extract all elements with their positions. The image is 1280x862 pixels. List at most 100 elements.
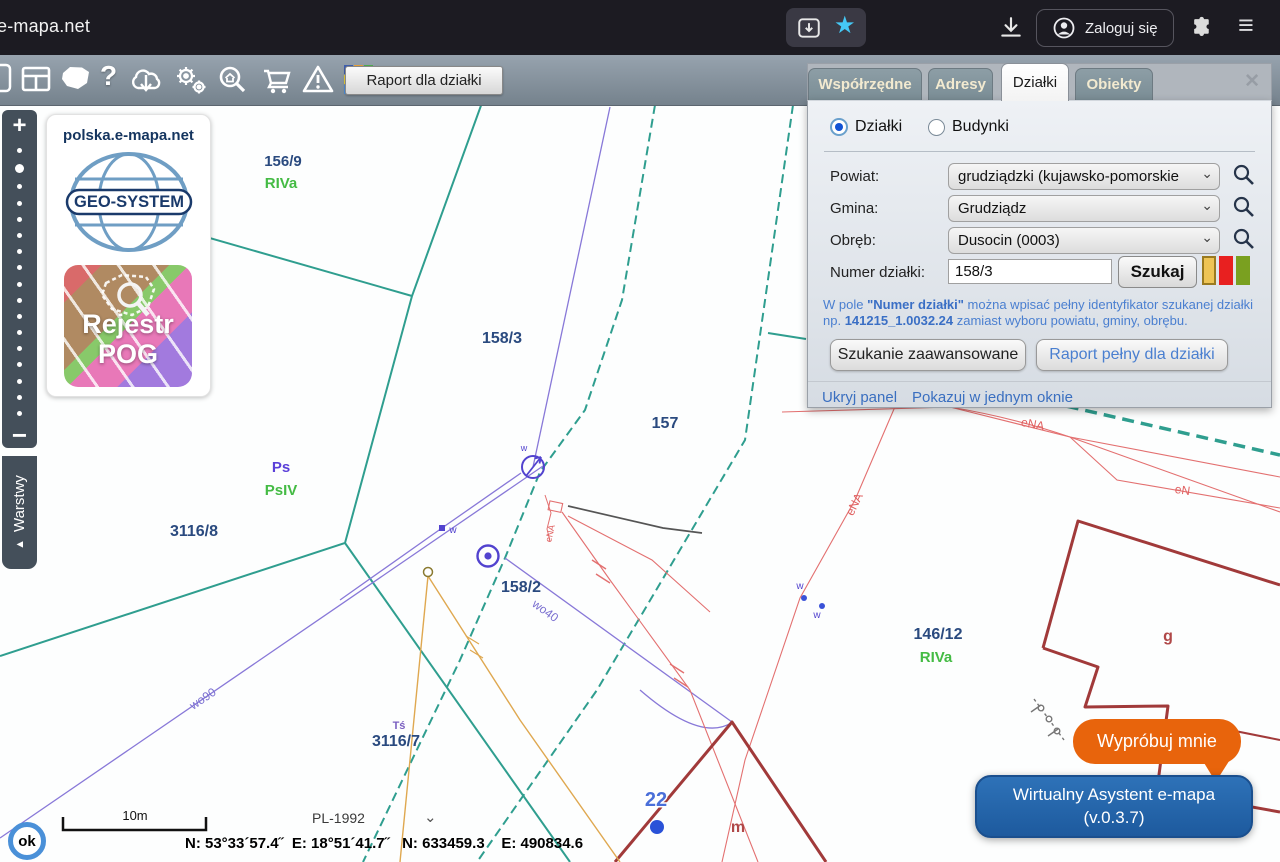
cart-icon[interactable] <box>258 63 296 97</box>
zoom-level-dot[interactable] <box>17 201 22 206</box>
triangle-icon: ▲ <box>14 539 26 550</box>
tab-wspolrzedne[interactable]: Współrzędne <box>808 68 922 100</box>
building-function-label: g <box>1163 628 1173 645</box>
virtual-assistant-button[interactable]: Wirtualny Asystent e-mapa (v.0.3.7) <box>975 775 1253 838</box>
radio-dzialki-control[interactable] <box>830 118 848 136</box>
save-to-library-icon[interactable] <box>796 15 822 41</box>
zoom-level-dot[interactable] <box>17 395 22 400</box>
warning-triangle-icon[interactable] <box>300 63 336 97</box>
search-button[interactable]: Szukaj <box>1118 256 1197 288</box>
obreb-value: Dusocin (0003) <box>958 232 1060 249</box>
layers-tab-label: Warstwy <box>11 475 28 532</box>
radio-budynki[interactable]: Budynki <box>928 118 1009 136</box>
obreb-search-icon[interactable] <box>1232 227 1256 251</box>
site-logo-text[interactable]: polska.e-mapa.net <box>47 127 210 144</box>
cloud-download-icon[interactable] <box>126 63 166 97</box>
obreb-label: Obręb: <box>830 232 876 249</box>
chevron-down-icon[interactable]: ⌄ <box>424 808 437 826</box>
radio-dzialki[interactable]: Działki <box>830 118 902 136</box>
full-report-button[interactable]: Raport pełny dla działki <box>1036 339 1228 371</box>
bookmark-star-icon[interactable]: ★ <box>834 11 856 40</box>
zoom-out-button[interactable]: − <box>2 422 37 448</box>
settings-gears-icon[interactable] <box>172 63 210 97</box>
geo-system-logo[interactable]: GEO-SYSTEM <box>65 149 193 255</box>
tab-obiekty[interactable]: Obiekty <box>1075 68 1153 100</box>
rejestr-pog-tile[interactable]: Rejestr POG <box>64 265 192 387</box>
panel-body: Działki Budynki Powiat: grudziądzki (kuj… <box>807 100 1272 408</box>
legend-chip-red[interactable] <box>1219 256 1233 285</box>
account-icon <box>1052 16 1076 40</box>
zoom-level-dot[interactable] <box>17 282 22 287</box>
report-for-parcel-button[interactable]: Raport dla działki <box>345 66 503 95</box>
zoom-level-dot-current[interactable] <box>15 164 24 173</box>
zoom-level-dot[interactable] <box>17 346 22 351</box>
gmina-label: Gmina: <box>830 200 878 217</box>
powiat-search-icon[interactable] <box>1232 163 1256 187</box>
layout-panels-icon[interactable] <box>20 63 52 95</box>
layers-tab-inner: ▲ Warstwy <box>11 475 28 550</box>
close-icon[interactable]: ✕ <box>1244 70 1260 93</box>
powiat-select[interactable]: grudziądzki (kujawsko-pomorskie ⌄ <box>948 163 1220 190</box>
crs-select[interactable]: PL-1992 <box>312 810 365 826</box>
assistant-title: Wirtualny Asystent e-mapa <box>977 785 1251 805</box>
poland-shape-icon[interactable] <box>58 63 94 95</box>
legend-chip-yellow[interactable] <box>1202 256 1216 285</box>
gmina-value: Grudziądz <box>958 200 1026 217</box>
zoom-level-dot[interactable] <box>17 148 22 153</box>
hide-panel-link[interactable]: Ukryj panel <box>822 389 897 406</box>
water-point-label: w <box>520 443 528 453</box>
hamburger-menu-icon[interactable]: ≡ <box>1238 10 1254 41</box>
water-point-label: w <box>448 525 457 536</box>
chevron-down-icon: ⌄ <box>1201 229 1213 246</box>
search-map-icon[interactable] <box>214 63 250 97</box>
layers-tab[interactable]: ▲ Warstwy <box>2 456 37 569</box>
browser-titlebar: e-mapa.net ★ Zaloguj się ≡ <box>0 0 1280 55</box>
radio-budynki-control[interactable] <box>928 119 945 136</box>
landuse-label: Ps <box>272 459 290 476</box>
parcel-label: 156/9 <box>264 153 302 170</box>
zoom-level-dot[interactable] <box>17 233 22 238</box>
clipped-tool-icon[interactable] <box>0 63 12 95</box>
zoom-level-dot[interactable] <box>17 314 22 319</box>
login-button[interactable]: Zaloguj się <box>1036 9 1174 47</box>
water-point-label: w <box>795 581 804 592</box>
water-point <box>819 603 825 609</box>
obreb-select[interactable]: Dusocin (0003) ⌄ <box>948 227 1220 254</box>
soil-class-label: PsIV <box>265 482 298 499</box>
download-icon[interactable] <box>998 15 1024 41</box>
zoom-level-dot[interactable] <box>17 411 22 416</box>
tab-adresy[interactable]: Adresy <box>928 68 993 100</box>
address-number-label: 22 <box>645 789 667 811</box>
legend-chip-green[interactable] <box>1236 256 1250 285</box>
radio-budynki-label: Budynki <box>952 118 1009 136</box>
zoom-level-dot[interactable] <box>17 217 22 222</box>
site-title: e-mapa.net <box>0 16 90 37</box>
benchmark-symbol <box>424 568 433 577</box>
zoom-in-button[interactable]: + <box>2 112 37 140</box>
rejestr-pog-label: Rejestr POG <box>64 309 192 369</box>
zoom-level-dot[interactable] <box>17 249 22 254</box>
gmina-search-icon[interactable] <box>1232 195 1256 219</box>
assistant-version: (v.0.3.7) <box>977 808 1251 828</box>
advanced-search-button[interactable]: Szukanie zaawansowane <box>830 339 1026 371</box>
zoom-levels[interactable] <box>2 148 37 416</box>
zoom-level-dot[interactable] <box>17 298 22 303</box>
zoom-level-dot[interactable] <box>17 184 22 189</box>
zoom-level-dot[interactable] <box>17 379 22 384</box>
geo-system-label: GEO-SYSTEM <box>74 193 184 211</box>
zoom-level-dot[interactable] <box>17 330 22 335</box>
zoom-level-dot[interactable] <box>17 265 22 270</box>
zoom-slider[interactable]: + − <box>2 110 37 448</box>
water-point-label: w <box>812 610 821 621</box>
try-me-bubble[interactable]: Wypróbuj mnie <box>1073 719 1241 764</box>
single-window-link[interactable]: Pokazuj w jednym oknie <box>912 389 1073 406</box>
extensions-puzzle-icon[interactable] <box>1190 15 1215 40</box>
radio-dzialki-label: Działki <box>855 118 902 136</box>
ok-button[interactable]: ok <box>8 822 46 860</box>
parcel-label: 158/3 <box>482 330 522 347</box>
zoom-level-dot[interactable] <box>17 362 22 367</box>
gmina-select[interactable]: Grudziądz ⌄ <box>948 195 1220 222</box>
parcel-number-input[interactable] <box>948 259 1112 284</box>
tab-dzialki[interactable]: Działki <box>1001 63 1069 101</box>
help-icon[interactable]: ? <box>100 60 117 92</box>
